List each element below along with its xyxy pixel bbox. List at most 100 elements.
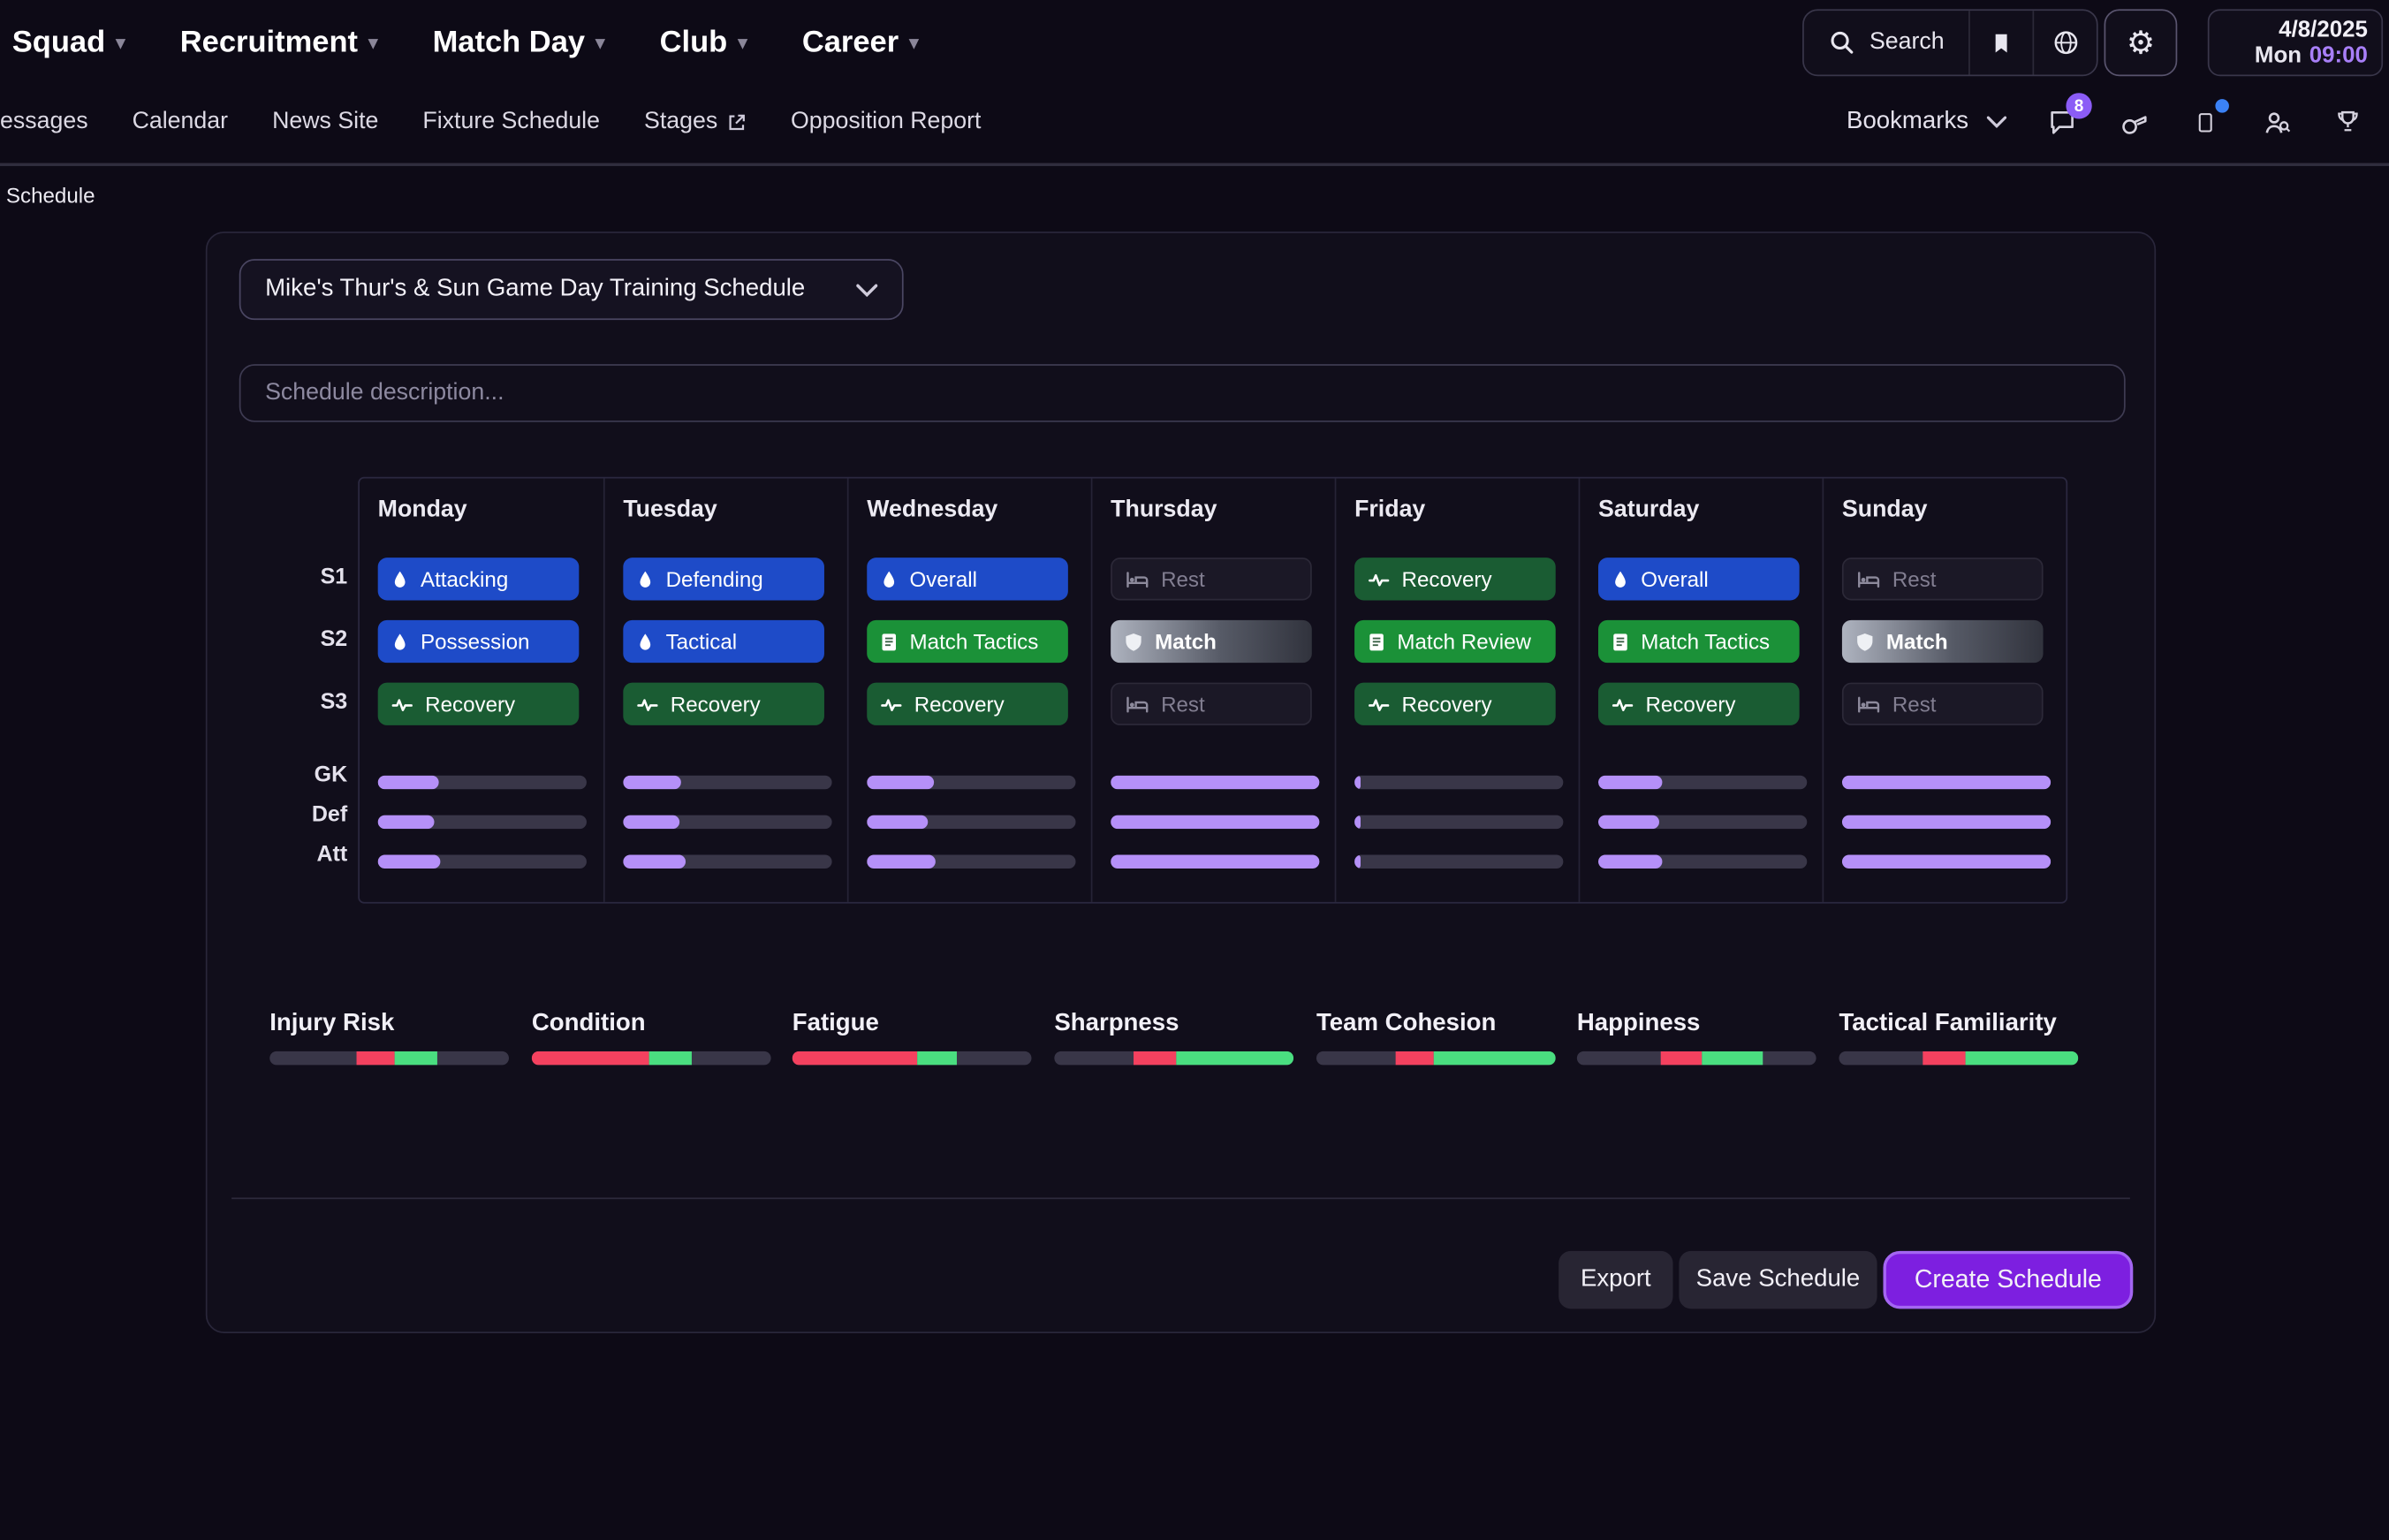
metric-fatigue: Fatigue [793,1010,1032,1065]
save-schedule-button[interactable]: Save Schedule [1679,1251,1877,1309]
session-label: Rest [1892,692,1937,717]
workload-bar [867,816,1075,830]
session-pill[interactable]: Match Tactics [867,620,1068,663]
session-label: Recovery [1402,567,1492,592]
menu-career[interactable]: Career▾ [802,25,919,60]
export-button[interactable]: Export [1559,1251,1672,1309]
subnav-item-opposition-report[interactable]: Opposition Report [791,108,981,135]
bookmark-button[interactable] [1968,11,2032,74]
workload-bar [1354,776,1563,790]
session-pill[interactable]: Recovery [1354,558,1556,600]
workload-bar [378,776,587,790]
menu-recruitment[interactable]: Recruitment▾ [180,25,378,60]
day-column-monday: Monday Attacking Possession Recovery [360,478,603,901]
session-label: Overall [1641,567,1708,592]
datetime-widget[interactable]: 4/8/2025 Mon09:00 [2208,9,2383,76]
session-pill[interactable]: Recovery [867,683,1068,725]
footer-divider [231,1197,2130,1199]
subnav-item-stages[interactable]: Stages [644,108,747,135]
session-pill[interactable]: Match [1111,620,1312,663]
bed-icon [1126,695,1149,712]
scouting-button[interactable] [2259,105,2293,139]
schedule-description-input[interactable] [239,364,2126,422]
subnav-label: Fixture Schedule [422,108,600,135]
metric-label: Fatigue [793,1010,1032,1037]
droplet-icon [637,632,654,651]
cards-button[interactable] [2188,105,2221,139]
session-label: Rest [1161,692,1205,717]
session-pill[interactable]: Possession [378,620,580,663]
day-header: Friday [1354,497,1425,524]
subnav-label: essages [0,108,88,135]
session-pill[interactable]: Rest [1842,683,2044,725]
messages-button[interactable]: 8 [2044,105,2078,139]
workload-bar [1598,816,1807,830]
session-pill[interactable]: Defending [623,558,824,600]
bookmarks-dropdown[interactable]: Bookmarks [1847,108,2006,135]
session-pill[interactable]: Tactical [623,620,824,663]
workload-bar [1598,854,1807,869]
metric-bar [1316,1051,1556,1066]
settings-button[interactable]: ⚙ [2105,9,2178,76]
workload-bar [623,854,831,869]
metric-label: Sharpness [1054,1010,1293,1037]
subnav-item-calendar[interactable]: Calendar [133,108,228,135]
menu-label: Career [802,25,899,60]
app-window: Squad▾ Recruitment▾ Match Day▾ Club▾ Car… [0,0,2389,1540]
menu-squad[interactable]: Squad▾ [12,25,125,60]
world-button[interactable] [2033,11,2097,74]
session-pill[interactable]: Match Review [1354,620,1556,663]
workload-bar [1111,816,1319,830]
session-label: Tactical [666,629,738,654]
session-pill[interactable]: Match [1842,620,2044,663]
session-pill[interactable]: Overall [867,558,1068,600]
session-label: Recovery [1402,692,1492,717]
pulse-icon [1369,571,1390,588]
shield-icon [1125,632,1143,651]
workload-bar [1354,816,1563,830]
gear-icon: ⚙ [2127,24,2155,62]
session-pill[interactable]: Recovery [623,683,824,725]
chevron-down-icon: ▾ [368,32,377,53]
bed-icon [1857,695,1880,712]
subnav-item-messages[interactable]: essages [0,108,88,135]
sub-nav-right: Bookmarks 8 [1847,86,2364,159]
metric-bar [1577,1051,1816,1066]
menu-match-day[interactable]: Match Day▾ [433,25,605,60]
workload-bar [378,854,587,869]
workload-bar [623,776,831,790]
subnav-item-news-site[interactable]: News Site [272,108,378,135]
session-pill[interactable]: Recovery [378,683,580,725]
competitions-button[interactable] [2331,105,2364,139]
workload-bar [1111,854,1319,869]
session-label: Match Tactics [1641,629,1770,654]
session-pill[interactable]: Match Tactics [1598,620,1800,663]
create-schedule-button[interactable]: Create Schedule [1883,1251,2133,1309]
subnav-label: Opposition Report [791,108,981,135]
search-button[interactable]: Search [1804,11,1968,74]
droplet-icon [1612,569,1629,588]
metric-label: Tactical Familiarity [1839,1010,2078,1037]
droplet-icon [881,569,898,588]
pulse-icon [881,695,902,712]
session-pill[interactable]: Recovery [1354,683,1556,725]
subnav-item-fixture-schedule[interactable]: Fixture Schedule [422,108,600,135]
metric-bar [1839,1051,2078,1066]
schedule-select[interactable]: Mike's Thur's & Sun Game Day Training Sc… [239,259,904,320]
session-label: Possession [421,629,529,654]
workload-bar [1842,816,2051,830]
workload-row-label: Def [269,801,348,829]
referee-button[interactable] [2116,105,2150,139]
session-pill[interactable]: Rest [1111,558,1312,600]
session-pill[interactable]: Rest [1842,558,2044,600]
session-pill[interactable]: Overall [1598,558,1800,600]
clipboard-icon [881,632,898,651]
session-pill[interactable]: Recovery [1598,683,1800,725]
session-label: Rest [1161,567,1205,592]
subnav-label: Stages [644,108,717,135]
day-header: Thursday [1111,497,1217,524]
session-pill[interactable]: Rest [1111,683,1312,725]
session-label: Attacking [421,567,508,592]
session-pill[interactable]: Attacking [378,558,580,600]
menu-club[interactable]: Club▾ [660,25,747,60]
